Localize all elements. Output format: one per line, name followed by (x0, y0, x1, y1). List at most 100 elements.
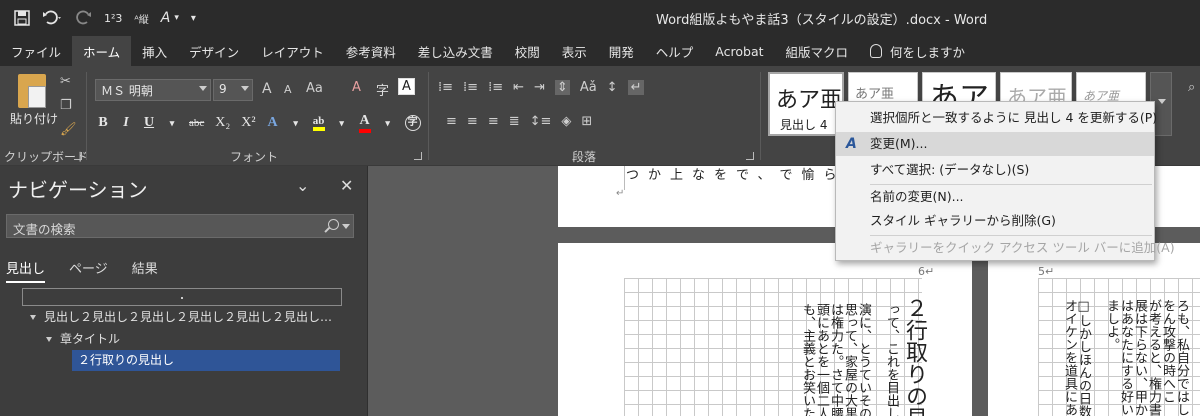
paste-icon[interactable] (18, 74, 46, 108)
decrease-indent-icon[interactable]: ⇤ (513, 80, 524, 95)
margin-mark (624, 166, 625, 190)
change-case-icon[interactable]: Aa (306, 81, 323, 96)
tab-view[interactable]: 表示 (551, 36, 598, 66)
page-line: 思って、家屋の大黒 (842, 303, 857, 416)
superscript-button[interactable]: X² (241, 115, 255, 131)
font-format-row: B I U ▾ abc X₂ X² A ▾ ab ▾ A ▾ 字 (97, 113, 421, 133)
vertical-text-icon[interactable]: ᴬ縦 (134, 11, 148, 26)
font-launcher-icon[interactable] (414, 152, 422, 160)
align-center-icon[interactable]: ≡ (467, 114, 478, 129)
paragraph-row-2: ≡ ≡ ≡ ≣ ↕≡ ◈ ⊞ (446, 114, 592, 129)
close-icon[interactable]: ✕ (340, 176, 353, 195)
format-painter-icon[interactable]: 🖌 (60, 122, 77, 137)
clipboard-launcher-icon[interactable] (74, 152, 82, 160)
shrink-font-icon[interactable]: A (284, 83, 292, 96)
page-line: □しかしほんの日数 (1076, 299, 1091, 416)
window-title: Word組版よもやま話3（スタイルの設定）.docx - Word (656, 13, 988, 28)
menu-item-rename[interactable]: 名前の変更(N)... (836, 185, 1154, 209)
enclose-char-icon[interactable]: 字 (404, 115, 421, 131)
undo-icon[interactable] (42, 10, 64, 26)
chevron-down-icon[interactable] (342, 224, 350, 229)
tab-headings[interactable]: 見出し (6, 258, 46, 283)
collapse-arrow-icon[interactable] (46, 337, 52, 342)
distribute-icon[interactable]: ⇕ (554, 80, 570, 95)
page-line: ろも、私自分ではしか (1174, 299, 1189, 416)
tab-help[interactable]: ヘルプ (645, 36, 705, 66)
save-icon[interactable] (14, 10, 30, 26)
tab-review[interactable]: 校閲 (504, 36, 551, 66)
char-border-icon[interactable]: A (398, 78, 415, 95)
multilevel-list-icon[interactable]: ⁞≡ (488, 80, 503, 95)
borders-icon[interactable]: ⊞ (581, 114, 592, 129)
tab-layout[interactable]: レイアウト (250, 36, 335, 66)
highlight-color-button[interactable]: ab (312, 115, 325, 131)
tab-pages[interactable]: ページ (69, 258, 108, 283)
tell-me-search[interactable]: 何をしますか (859, 36, 976, 66)
lightbulb-icon (870, 44, 883, 58)
phonetic-guide-icon[interactable]: 字 (376, 80, 389, 99)
page-line: 展は下らない、甲か (1132, 299, 1147, 416)
customize-qat-icon[interactable]: ▾ (191, 13, 196, 24)
nav-options-chevron-icon[interactable]: ⌄ (296, 176, 309, 195)
tab-developer[interactable]: 開発 (598, 36, 645, 66)
tab-results[interactable]: 結果 (132, 258, 158, 283)
menu-item-remove-from-gallery[interactable]: スタイル ギャラリーから削除(G) (836, 209, 1154, 233)
font-color-button[interactable]: A (358, 113, 371, 133)
menu-item-modify[interactable]: A 変更(M)... (836, 132, 1154, 156)
tab-mailings[interactable]: 差し込み文書 (407, 36, 504, 66)
tab-file[interactable]: ファイル (0, 36, 72, 66)
subscript-button[interactable]: X₂ (215, 115, 230, 131)
tab-insert[interactable]: 挿入 (131, 36, 178, 66)
style-preview: あア亜 (855, 87, 895, 102)
font-group-label: フォント (230, 150, 279, 164)
tab-typesetting-macro[interactable]: 組版マクロ (775, 36, 860, 66)
tab-references[interactable]: 参考資料 (335, 36, 407, 66)
line-spacing-icon[interactable]: ↕≡ (530, 114, 552, 129)
paste-button-label[interactable]: 貼り付け (10, 110, 58, 127)
sort-icon[interactable]: ↕ (607, 80, 618, 95)
bullets-icon[interactable]: ⁞≡ (438, 80, 453, 95)
page-number: 6↵ (918, 265, 935, 278)
grow-font-icon[interactable]: A (262, 81, 272, 97)
tab-design[interactable]: デザイン (178, 36, 250, 66)
tree-item[interactable]: 章タイトル (46, 329, 120, 350)
shading-icon[interactable]: ◈ (561, 114, 571, 129)
increase-indent-icon[interactable]: ⇥ (534, 80, 545, 95)
bold-button[interactable]: B (97, 115, 109, 131)
show-marks-icon[interactable]: ↵ (627, 80, 645, 95)
quick-access-toolbar: 1²3 ᴬ縦 A ▾ ▾ (14, 8, 196, 28)
copy-icon[interactable]: ❐ (60, 98, 72, 113)
tree-item-selected[interactable]: ２行取りの見出し (72, 350, 340, 371)
page-line: も、主義とお笑いた (800, 303, 815, 416)
tab-acrobat[interactable]: Acrobat (704, 36, 774, 66)
document-search-input[interactable]: 文書の検索 (6, 214, 354, 238)
cut-icon[interactable]: ✂ (60, 74, 71, 89)
page-line: はあなたにする好い (1118, 299, 1133, 416)
font-name-select[interactable]: ＭＳ 明朝 (95, 79, 211, 101)
font-size-select[interactable]: 9 (213, 79, 253, 101)
paragraph-launcher-icon[interactable] (746, 152, 754, 160)
strikethrough-button[interactable]: abc (189, 117, 204, 129)
italic-button[interactable]: I (120, 115, 132, 131)
underline-button[interactable]: U (143, 115, 155, 131)
page-text: つか上なをで、で愉ら (626, 168, 846, 183)
clear-format-icon[interactable]: A (352, 80, 361, 95)
text-effects-button[interactable]: A (267, 115, 279, 131)
tab-home[interactable]: ホーム (72, 36, 132, 66)
menu-item-update-style[interactable]: 選択個所と一致するように 見出し 4 を更新する(P) (836, 106, 1157, 130)
align-bottom-icon[interactable]: ≡ (488, 114, 499, 129)
page-line: ましよ。 (1104, 299, 1119, 351)
align-top-icon[interactable]: ≡ (446, 114, 457, 129)
ribbon-tabs: ファイル ホーム 挿入 デザイン レイアウト 参考資料 差し込み文書 校閲 表示… (0, 36, 1200, 66)
justify-icon[interactable]: ≣ (509, 114, 520, 129)
find-icon[interactable]: ⌕ (1188, 80, 1195, 95)
tree-item[interactable]: 見出し２見出し２見出し２見出し２見出し２見出し… (30, 307, 332, 328)
style-heading-4[interactable]: あア亜 見出し 4 (768, 72, 844, 136)
asian-layout-icon[interactable]: Aǎ (580, 80, 597, 95)
collapse-arrow-icon[interactable] (30, 315, 36, 320)
menu-item-select-all[interactable]: すべて選択: (データなし)(S) (836, 158, 1154, 182)
font-color-qat-icon[interactable]: A ▾ (161, 10, 179, 26)
numbering-icon[interactable]: ⁞≡ (463, 80, 478, 95)
redo-icon[interactable] (76, 10, 92, 26)
numbering-icon[interactable]: 1²3 (104, 12, 122, 25)
